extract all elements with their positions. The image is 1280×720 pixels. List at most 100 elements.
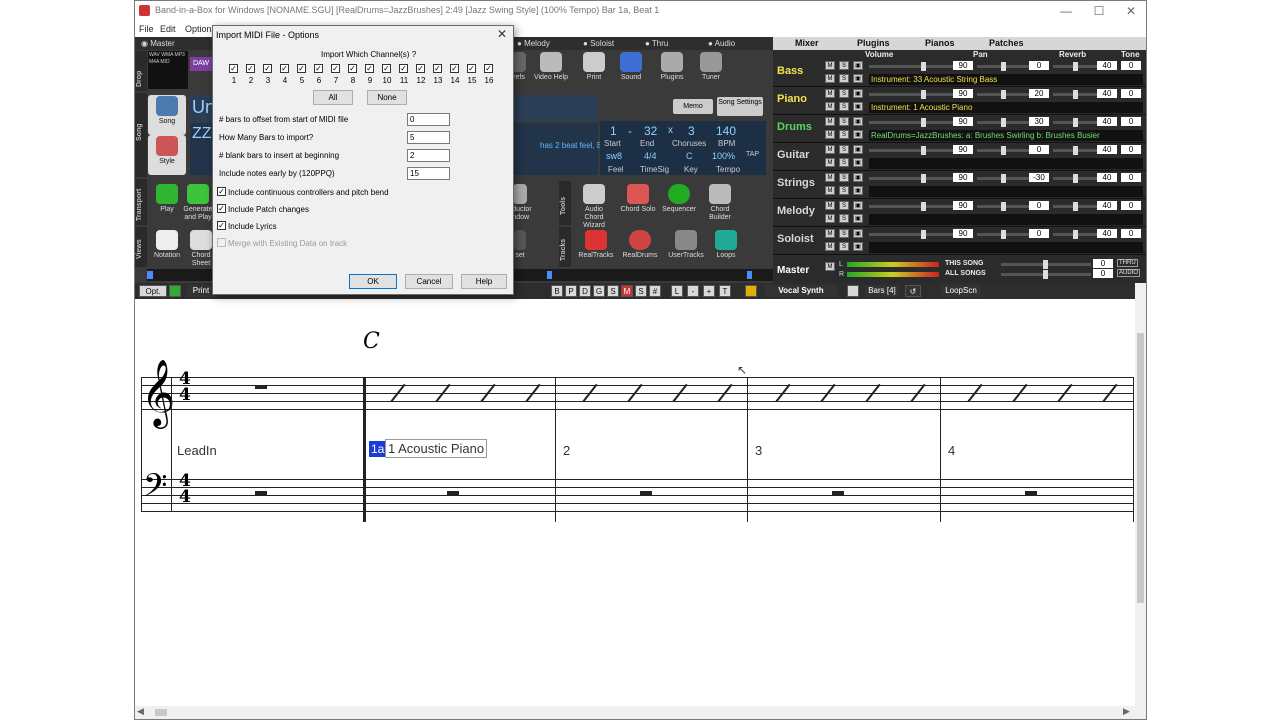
vertical-scrollbar[interactable] bbox=[1135, 283, 1146, 707]
reverb-slider[interactable] bbox=[1053, 146, 1097, 155]
loop-icon[interactable]: ↺ bbox=[905, 285, 921, 297]
track-letter-button[interactable]: S bbox=[607, 285, 619, 297]
channel-checkbox-11[interactable]: ✓ bbox=[399, 64, 408, 73]
song-settings-button[interactable]: Song Settings bbox=[717, 97, 763, 116]
settings-button[interactable]: ▣ bbox=[853, 186, 863, 195]
radio-audio[interactable]: ● Audio bbox=[708, 39, 735, 48]
reverb-slider[interactable] bbox=[1053, 202, 1097, 211]
volume-value[interactable]: 90 bbox=[953, 61, 973, 70]
bars-selector[interactable]: Bars [4] bbox=[865, 285, 899, 297]
cancel-button[interactable]: Cancel bbox=[405, 274, 453, 289]
close-window-button[interactable]: ✕ bbox=[1117, 2, 1145, 21]
realdrums-button[interactable]: RealDrums bbox=[621, 229, 659, 269]
channel-checkbox-12[interactable]: ✓ bbox=[416, 64, 425, 73]
freeze-button[interactable]: ▣ bbox=[853, 89, 863, 98]
reverb-knob[interactable] bbox=[1073, 202, 1078, 211]
menu-edit[interactable]: Edit bbox=[160, 24, 176, 34]
tone-value[interactable]: 0 bbox=[1121, 61, 1141, 70]
video-help-button[interactable]: Video Help bbox=[532, 51, 570, 91]
track-name[interactable]: Bass bbox=[777, 65, 803, 77]
pan-knob[interactable] bbox=[1001, 62, 1006, 71]
track-letter-button[interactable]: # bbox=[649, 285, 661, 297]
instrument-selector[interactable] bbox=[869, 186, 1143, 197]
volume-knob[interactable] bbox=[921, 62, 926, 71]
mute-button[interactable]: M bbox=[825, 201, 835, 210]
radio-melody[interactable]: ● Melody bbox=[517, 39, 550, 48]
channel-checkbox-5[interactable]: ✓ bbox=[297, 64, 306, 73]
chord-solo-button[interactable]: Chord Solo bbox=[619, 183, 657, 223]
track-name[interactable]: Guitar bbox=[777, 149, 809, 161]
volume-slider[interactable] bbox=[869, 90, 953, 99]
volume-knob[interactable] bbox=[921, 202, 926, 211]
all-songs-value[interactable]: 0 bbox=[1093, 269, 1113, 278]
volume-knob[interactable] bbox=[921, 90, 926, 99]
track-letter-button[interactable]: S bbox=[635, 285, 647, 297]
channel-checkbox-10[interactable]: ✓ bbox=[382, 64, 391, 73]
pan-knob[interactable] bbox=[1001, 174, 1006, 183]
instrument-label[interactable]: 1 Acoustic Piano bbox=[385, 439, 488, 458]
tone-value[interactable]: 0 bbox=[1121, 229, 1141, 238]
volume-slider[interactable] bbox=[869, 62, 953, 71]
mute-button[interactable]: M bbox=[825, 74, 835, 83]
track-letter-button[interactable]: B bbox=[551, 285, 563, 297]
volume-knob[interactable] bbox=[921, 230, 926, 239]
option-checkbox[interactable] bbox=[217, 238, 226, 247]
print-notation-button[interactable]: Print bbox=[187, 285, 215, 297]
pan-slider[interactable] bbox=[977, 146, 1029, 155]
volume-value[interactable]: 90 bbox=[953, 229, 973, 238]
choruses-value[interactable]: 3 bbox=[688, 124, 695, 138]
volume-slider[interactable] bbox=[869, 118, 953, 127]
all-channels-button[interactable]: All bbox=[313, 90, 353, 105]
reverb-slider[interactable] bbox=[1053, 62, 1097, 71]
channel-checkbox-13[interactable]: ✓ bbox=[433, 64, 442, 73]
pan-knob[interactable] bbox=[1001, 146, 1006, 155]
track-name[interactable]: Melody bbox=[777, 205, 815, 217]
tab-patches[interactable]: Patches bbox=[989, 38, 1024, 48]
mute-button[interactable]: M bbox=[825, 145, 835, 154]
solo-button[interactable]: S bbox=[839, 89, 849, 98]
usertracks-button[interactable]: UserTracks bbox=[667, 229, 705, 269]
bpm-value[interactable]: 140 bbox=[716, 124, 736, 138]
mute-button[interactable]: M bbox=[825, 61, 835, 70]
metronome-icon[interactable] bbox=[745, 285, 757, 297]
volume-slider[interactable] bbox=[869, 202, 953, 211]
instrument-selector[interactable]: Instrument: 33 Acoustic String Bass bbox=[869, 74, 1143, 85]
progress-marker[interactable] bbox=[547, 271, 552, 279]
loops-button[interactable]: Loops bbox=[707, 229, 745, 269]
track-letter-button[interactable]: - bbox=[687, 285, 699, 297]
channel-checkbox-14[interactable]: ✓ bbox=[450, 64, 459, 73]
freeze-button[interactable]: ▣ bbox=[853, 229, 863, 238]
reverb-slider[interactable] bbox=[1053, 90, 1097, 99]
instrument-selector[interactable]: Instrument: 1 Acoustic Piano bbox=[869, 102, 1143, 113]
volume-value[interactable]: 90 bbox=[953, 89, 973, 98]
volume-slider[interactable] bbox=[869, 146, 953, 155]
option-checkbox[interactable]: ✓ bbox=[217, 187, 226, 196]
reverb-knob[interactable] bbox=[1073, 174, 1078, 183]
solo-button[interactable]: S bbox=[839, 117, 849, 126]
reverb-knob[interactable] bbox=[1073, 118, 1078, 127]
settings-button[interactable]: ▣ bbox=[853, 214, 863, 223]
plugins-button[interactable]: Plugins bbox=[653, 51, 691, 91]
drop-area[interactable]: WAV WMA MP3 M4A MID bbox=[148, 51, 188, 89]
freeze-button[interactable]: ▣ bbox=[853, 173, 863, 182]
bar-marker-highlight[interactable]: 1a bbox=[369, 441, 387, 457]
track-letter-button[interactable]: L bbox=[671, 285, 683, 297]
all-songs-knob[interactable] bbox=[1043, 270, 1048, 279]
tap-button[interactable]: TAP bbox=[746, 151, 759, 158]
solo-button[interactable]: S bbox=[839, 229, 849, 238]
track-letter-button[interactable]: P bbox=[565, 285, 577, 297]
reverb-slider[interactable] bbox=[1053, 230, 1097, 239]
notation-window[interactable]: C 𝄞 𝄢 4 4 4 4 LeadIn 1a 1 Acoustic Piano… bbox=[135, 299, 1135, 707]
reverb-knob[interactable] bbox=[1073, 146, 1078, 155]
volume-value[interactable]: 90 bbox=[953, 117, 973, 126]
volume-slider[interactable] bbox=[869, 174, 953, 183]
pan-value[interactable]: 0 bbox=[1029, 201, 1049, 210]
song-button[interactable]: Song bbox=[148, 95, 186, 135]
pan-value[interactable]: 20 bbox=[1029, 89, 1049, 98]
reverb-value[interactable]: 40 bbox=[1097, 117, 1117, 126]
mute-button[interactable]: M bbox=[825, 173, 835, 182]
solo-button[interactable]: S bbox=[839, 145, 849, 154]
option-checkbox[interactable]: ✓ bbox=[217, 204, 226, 213]
tone-value[interactable]: 0 bbox=[1121, 201, 1141, 210]
reverb-slider[interactable] bbox=[1053, 118, 1097, 127]
